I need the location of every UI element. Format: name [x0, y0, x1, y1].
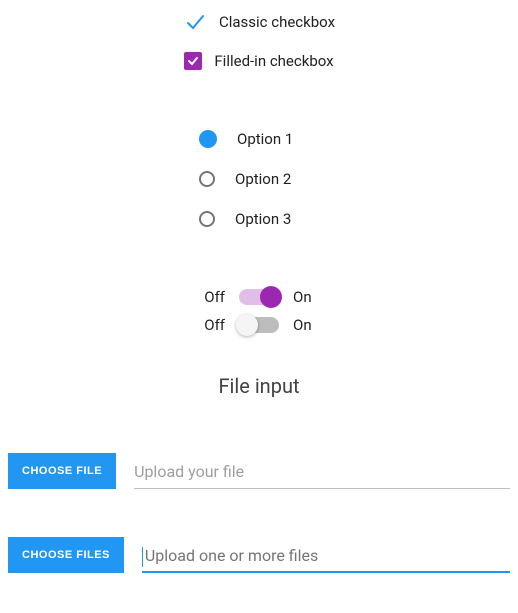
choose-file-button[interactable]: CHOOSE FILE: [8, 453, 116, 489]
switch-toggle-off[interactable]: [239, 317, 279, 333]
choose-files-button[interactable]: CHOOSE FILES: [8, 537, 124, 573]
switch-off-label: Off: [195, 316, 225, 334]
input-underline-focused: [142, 571, 510, 573]
switch-thumb: [236, 314, 258, 336]
check-icon: [186, 54, 200, 68]
radio-option-1[interactable]: Option 1: [199, 130, 319, 148]
switch-toggle-on[interactable]: [239, 289, 279, 305]
switch-row-purple: Off On: [195, 288, 323, 306]
radio-selected-icon: [199, 130, 217, 148]
file-input-multi-row: CHOOSE FILES Upload one or more files: [0, 537, 518, 573]
radio-label-2: Option 2: [235, 170, 291, 188]
file-input-single[interactable]: Upload your file: [134, 453, 510, 489]
radio-unselected-icon: [199, 211, 215, 227]
file-input-multi[interactable]: Upload one or more files: [142, 537, 510, 573]
switch-on-label: On: [293, 316, 323, 334]
radio-label-1: Option 1: [237, 130, 293, 148]
radio-option-2[interactable]: Option 2: [199, 170, 319, 188]
switch-row-grey: Off On: [195, 316, 323, 334]
input-underline: [134, 488, 510, 489]
radio-label-3: Option 3: [235, 210, 291, 228]
filled-checkbox-row: Filled-in checkbox: [184, 52, 333, 70]
classic-checkbox-row: Classic checkbox: [183, 10, 335, 34]
radio-unselected-icon: [199, 171, 215, 187]
classic-checkbox-label: Classic checkbox: [219, 13, 335, 31]
switch-on-label: On: [293, 288, 323, 306]
switch-thumb: [260, 286, 282, 308]
file-placeholder: Upload one or more files: [145, 546, 318, 565]
checkbox-classic[interactable]: [183, 10, 207, 34]
switch-off-label: Off: [195, 288, 225, 306]
file-placeholder: Upload your file: [134, 462, 244, 481]
filled-checkbox-label: Filled-in checkbox: [214, 52, 333, 70]
checkbox-filled[interactable]: [184, 52, 202, 70]
file-input-heading: File input: [0, 374, 518, 398]
check-icon: [183, 10, 207, 34]
text-cursor: [142, 547, 143, 567]
file-input-single-row: CHOOSE FILE Upload your file: [0, 453, 518, 489]
radio-option-3[interactable]: Option 3: [199, 210, 319, 228]
